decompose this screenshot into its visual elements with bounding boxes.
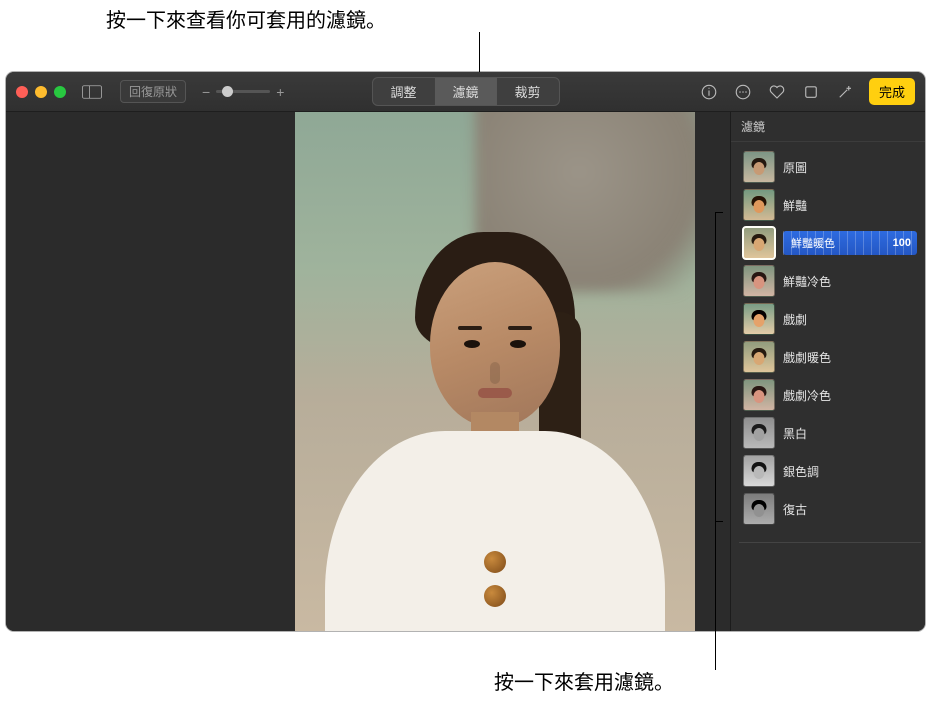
filter-label: 鮮豔	[783, 197, 807, 214]
content-area: 濾鏡 原圖鮮豔鮮豔暖色 100 鮮豔冷色戲劇戲劇暖色戲劇冷色黑白銀色調復古	[6, 112, 925, 631]
filter-原圖[interactable]: 原圖	[741, 148, 919, 186]
filter-鮮豔[interactable]: 鮮豔	[741, 186, 919, 224]
fullscreen-window-button[interactable]	[54, 86, 66, 98]
filter-thumb	[743, 151, 775, 183]
panel-title: 濾鏡	[731, 112, 925, 142]
filter-鮮豔冷色[interactable]: 鮮豔冷色	[741, 262, 919, 300]
edit-mode-segmented: 調整 濾鏡 裁剪	[371, 77, 559, 106]
callout-bottom: 按一下來套用濾鏡。	[494, 666, 674, 695]
sidebar-toggle-icon[interactable]	[78, 82, 106, 102]
filter-戲劇暖色[interactable]: 戲劇暖色	[741, 338, 919, 376]
tab-filters[interactable]: 濾鏡	[434, 78, 496, 105]
right-toolbar: 完成	[699, 78, 915, 105]
revert-button[interactable]: 回復原狀	[120, 80, 186, 103]
filter-戲劇[interactable]: 戲劇	[741, 300, 919, 338]
titlebar: 回復原狀 − + 調整 濾鏡 裁剪 完成	[6, 72, 925, 112]
photos-edit-window: 回復原狀 − + 調整 濾鏡 裁剪 完成	[6, 72, 925, 631]
filter-thumb	[743, 265, 775, 297]
zoom-out-icon[interactable]: −	[202, 84, 210, 100]
filter-thumb	[743, 493, 775, 525]
filter-label: 戲劇暖色	[783, 349, 831, 366]
panel-separator	[739, 542, 921, 543]
photo-preview	[295, 112, 695, 631]
filter-label: 鮮豔暖色	[791, 235, 835, 251]
minimize-window-button[interactable]	[35, 86, 47, 98]
tab-crop[interactable]: 裁剪	[497, 78, 559, 105]
filter-thumb	[743, 227, 775, 259]
photo-canvas	[6, 112, 730, 631]
filter-黑白[interactable]: 黑白	[741, 414, 919, 452]
close-window-button[interactable]	[16, 86, 28, 98]
callout-top-leader	[479, 32, 480, 72]
done-button[interactable]: 完成	[869, 78, 915, 105]
callout-top: 按一下來查看你可套用的濾鏡。	[106, 4, 386, 33]
filter-thumb	[743, 189, 775, 221]
favorite-heart-icon[interactable]	[767, 82, 787, 102]
info-icon[interactable]	[699, 82, 719, 102]
filter-label: 銀色調	[783, 463, 819, 480]
auto-enhance-icon[interactable]	[835, 82, 855, 102]
filter-label: 鮮豔冷色	[783, 273, 831, 290]
filter-label: 復古	[783, 501, 807, 518]
aspect-icon[interactable]	[801, 82, 821, 102]
zoom-control[interactable]: − +	[202, 84, 284, 100]
filter-thumb	[743, 303, 775, 335]
filter-戲劇冷色[interactable]: 戲劇冷色	[741, 376, 919, 414]
filter-鮮豔暖色[interactable]: 鮮豔暖色 100	[741, 224, 919, 262]
filter-復古[interactable]: 復古	[741, 490, 919, 528]
more-icon[interactable]	[733, 82, 753, 102]
filters-list: 原圖鮮豔鮮豔暖色 100 鮮豔冷色戲劇戲劇暖色戲劇冷色黑白銀色調復古	[731, 142, 925, 536]
filter-label: 黑白	[783, 425, 807, 442]
filter-label: 原圖	[783, 159, 807, 176]
filters-bracket	[715, 212, 723, 522]
filter-thumb	[743, 379, 775, 411]
filter-label: 戲劇	[783, 311, 807, 328]
filter-thumb	[743, 341, 775, 373]
callout-bottom-leader	[715, 522, 716, 670]
tab-adjust[interactable]: 調整	[372, 78, 434, 105]
filter-thumb	[743, 417, 775, 449]
filter-label: 戲劇冷色	[783, 387, 831, 404]
zoom-slider[interactable]	[216, 90, 270, 93]
zoom-in-icon[interactable]: +	[276, 84, 284, 100]
filter-銀色調[interactable]: 銀色調	[741, 452, 919, 490]
filters-panel: 濾鏡 原圖鮮豔鮮豔暖色 100 鮮豔冷色戲劇戲劇暖色戲劇冷色黑白銀色調復古	[730, 112, 925, 631]
filter-thumb	[743, 455, 775, 487]
window-controls	[16, 86, 66, 98]
filter-intensity-slider[interactable]: 鮮豔暖色 100	[783, 231, 917, 255]
filter-intensity-value: 100	[893, 237, 911, 249]
